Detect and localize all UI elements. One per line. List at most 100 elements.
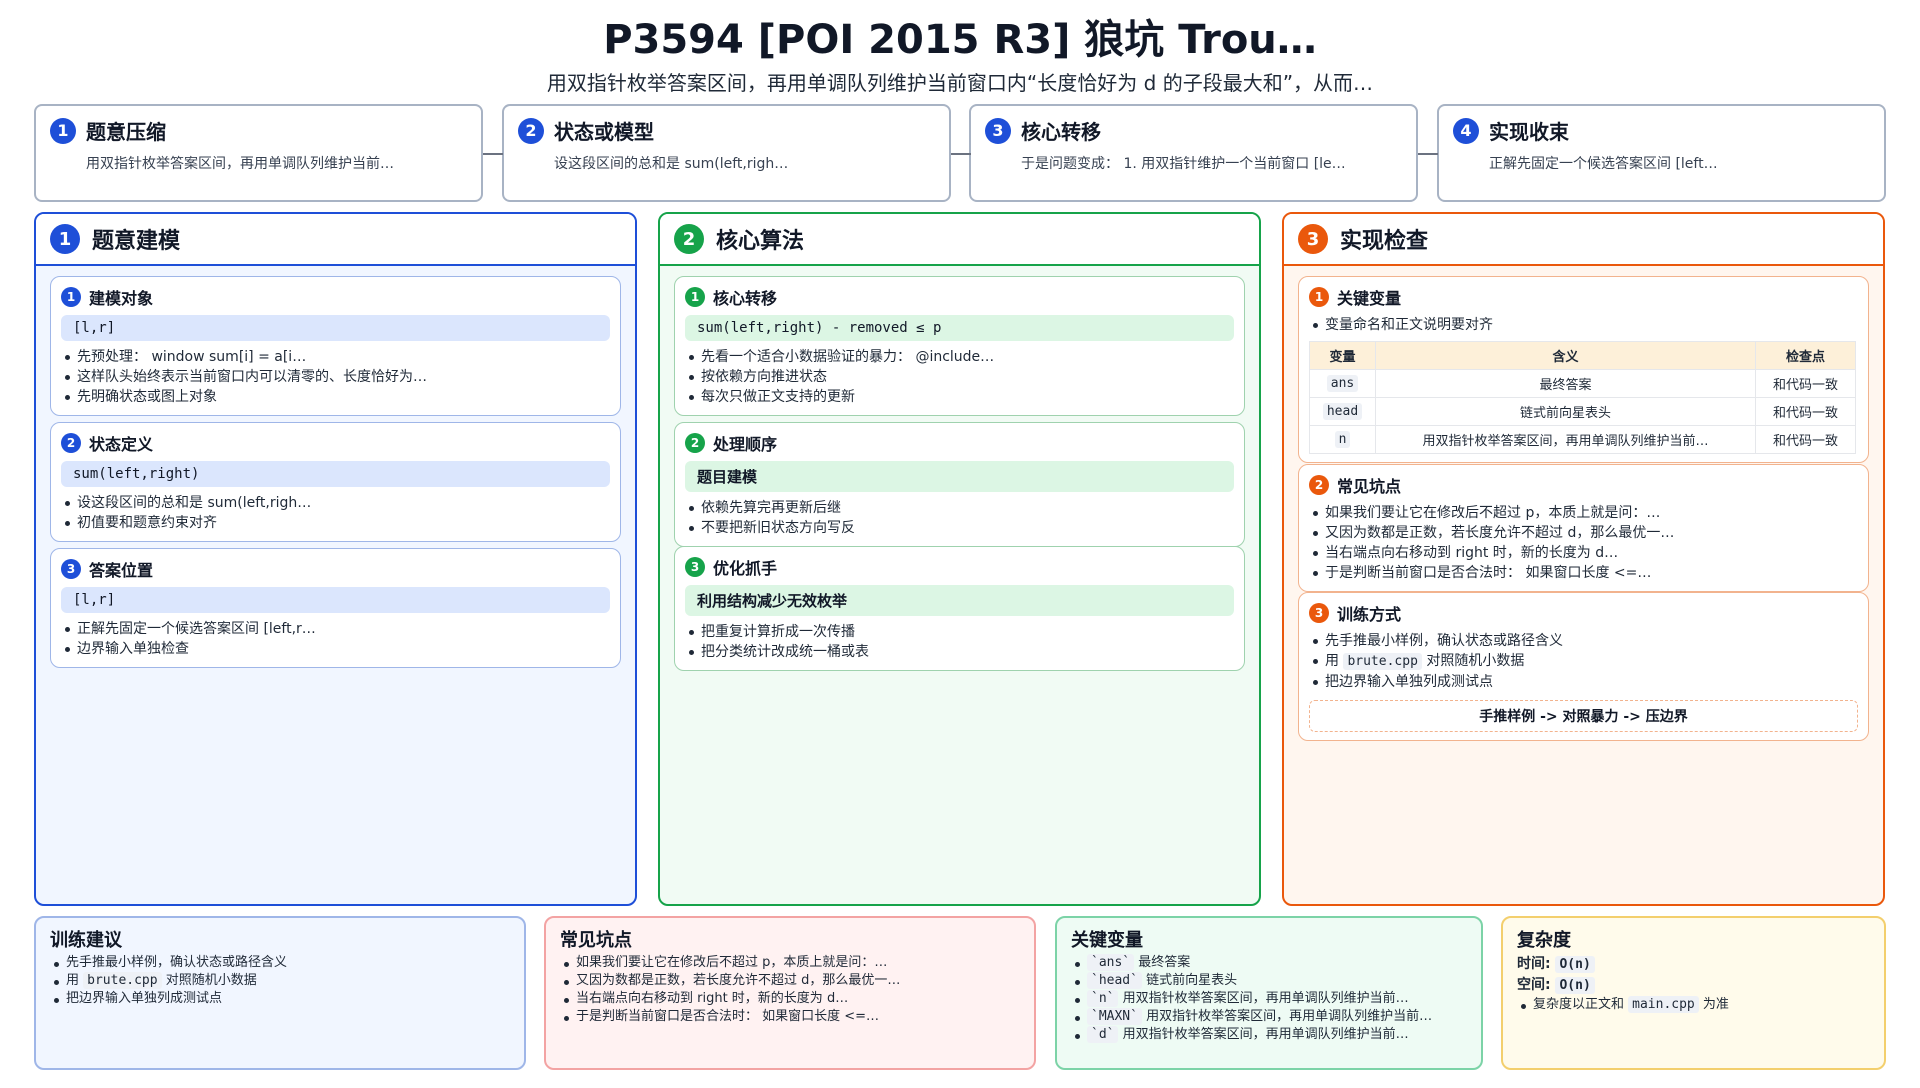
list-item: 如果我们要让它在修改后不超过 p，本质上就是问：… bbox=[560, 954, 1020, 972]
complexity-value: O(n) bbox=[1555, 956, 1595, 973]
list-item: 把分类统计改成统一桶或表 bbox=[685, 642, 1234, 662]
flow-step-title: 实现收束 bbox=[1489, 120, 1569, 144]
complexity-value: O(n) bbox=[1555, 977, 1595, 994]
variable-name: n bbox=[1334, 431, 1351, 448]
bullet-list: 先看一个适合小数据验证的暴力： @include… 按依赖方向推进状态 每次只做… bbox=[685, 347, 1234, 407]
list-item: 把边界输入单独列成测试点 bbox=[50, 990, 510, 1008]
bullet-list: 先手推最小样例，确认状态或路径含义 用 brute.cpp 对照随机小数据 把边… bbox=[50, 954, 510, 1008]
flow-step-title: 状态或模型 bbox=[554, 120, 654, 144]
list-item-text: 用双指针枚举答案区间，再用单调队列维护当前… bbox=[1141, 1009, 1433, 1024]
card-title: 常见坑点 bbox=[1337, 477, 1402, 496]
flow-step-3: 3 核心转移 于是问题变成： 1. 用双指针维护一个当前窗口 [le… bbox=[969, 104, 1418, 202]
list-item: 当右端点向右移动到 right 时，新的长度为 d… bbox=[560, 990, 1020, 1008]
list-item: 于是判断当前窗口是否合法时： 如果窗口长度 <=… bbox=[560, 1008, 1020, 1026]
code-tag: `head` bbox=[1087, 972, 1142, 989]
table-row: head 链式前向星表头 和代码一致 bbox=[1309, 397, 1856, 426]
card-number-badge: 1 bbox=[685, 287, 705, 307]
column-title: 题意建模 bbox=[92, 229, 181, 254]
list-item: 把重复计算折成一次传播 bbox=[685, 622, 1234, 642]
list-item: 复杂度以正文和 main.cpp 为准 bbox=[1517, 996, 1870, 1014]
list-item: `n` 用双指针枚举答案区间，再用单调队列维护当前… bbox=[1071, 990, 1467, 1008]
list-item: 用 brute.cpp 对照随机小数据 bbox=[50, 972, 510, 990]
section-title: 训练建议 bbox=[50, 930, 122, 951]
flow-row: 1 题意压缩 用双指针枚举答案区间，再用单调队列维护当前… 2 状态或模型 设这段区… bbox=[34, 104, 1886, 202]
list-item: 于是判断当前窗口是否合法时： 如果窗口长度 <=… bbox=[1309, 563, 1858, 583]
list-item: 不要把新旧状态方向写反 bbox=[685, 518, 1234, 538]
card-pitfalls: 2 常见坑点 如果我们要让它在修改后不超过 p，本质上就是问：… 又因为数都是正数… bbox=[1298, 464, 1869, 592]
column-number-badge: 3 bbox=[1298, 224, 1328, 254]
bullet-list: 变量命名和正文说明要对齐 bbox=[1309, 315, 1858, 335]
variable-check: 和代码一致 bbox=[1755, 425, 1856, 454]
variable-meaning: 用双指针枚举答案区间，再用单调队列维护当前… bbox=[1375, 425, 1756, 454]
list-item: 先手推最小样例，确认状态或路径含义 bbox=[1309, 631, 1858, 651]
list-item: 又因为数都是正数，若长度允许不超过 d，那么最优一… bbox=[560, 972, 1020, 990]
formula-box: sum(left,right) bbox=[61, 461, 610, 487]
code-tag: `MAXN` bbox=[1087, 1008, 1142, 1025]
training-flow-banner: 手推样例 -> 对照暴力 -> 压边界 bbox=[1309, 700, 1858, 732]
section-title: 常见坑点 bbox=[560, 930, 632, 951]
list-item: 先看一个适合小数据验证的暴力： @include… bbox=[685, 347, 1234, 367]
list-item: 初值要和题意约束对齐 bbox=[61, 513, 610, 533]
flow-step-4: 4 实现收束 正解先固定一个候选答案区间 [left… bbox=[1437, 104, 1886, 202]
flow-step-title: 题意压缩 bbox=[86, 120, 166, 144]
bullet-list: 依赖先算完再更新后继 不要把新旧状态方向写反 bbox=[685, 498, 1234, 538]
variable-check: 和代码一致 bbox=[1755, 397, 1856, 426]
table-header: 检查点 bbox=[1755, 341, 1856, 370]
table-row: n 用双指针枚举答案区间，再用单调队列维护当前… 和代码一致 bbox=[1309, 425, 1856, 454]
card-answer-position: 3 答案位置 [l,r] 正解先固定一个候选答案区间 [left,r… 边界输入单… bbox=[50, 548, 621, 668]
flow-step-2: 2 状态或模型 设这段区间的总和是 sum(left,righ… bbox=[502, 104, 951, 202]
bottom-complexity: 复杂度 时间: O(n) 空间: O(n) 复杂度以正文和 main.cpp 为… bbox=[1501, 916, 1886, 1070]
page-title: P3594 [POI 2015 R3] 狼坑 Trou… bbox=[603, 17, 1317, 63]
card-title: 关键变量 bbox=[1337, 289, 1402, 308]
flow-connector bbox=[483, 153, 503, 155]
card-title: 答案位置 bbox=[89, 561, 154, 580]
flow-step-1: 1 题意压缩 用双指针枚举答案区间，再用单调队列维护当前… bbox=[34, 104, 483, 202]
code-tag: `ans` bbox=[1087, 954, 1135, 971]
card-key-variables: 1 关键变量 变量命名和正文说明要对齐 变量 含义 检查点 ans 最终答案 和代… bbox=[1298, 276, 1869, 463]
bullet-list: `ans` 最终答案 `head` 链式前向星表头 `n` 用双指针枚举答案区间… bbox=[1071, 954, 1467, 1044]
bottom-pitfalls: 常见坑点 如果我们要让它在修改后不超过 p，本质上就是问：… 又因为数都是正数，… bbox=[544, 916, 1036, 1070]
column-header: 1 题意建模 bbox=[36, 214, 635, 266]
code-tag: brute.cpp bbox=[1343, 653, 1422, 670]
step-number-badge: 2 bbox=[518, 117, 544, 144]
flow-step-desc: 于是问题变成： 1. 用双指针维护一个当前窗口 [le… bbox=[1021, 156, 1346, 172]
complexity-label: 空间: bbox=[1517, 977, 1556, 993]
bullet-list: 先预处理： window sum[i] = a[i… 这样队头始终表示当前窗口内… bbox=[61, 347, 610, 407]
variable-name: head bbox=[1322, 403, 1363, 420]
time-complexity: 时间: O(n) bbox=[1517, 954, 1870, 975]
flow-step-desc: 用双指针枚举答案区间，再用单调队列维护当前… bbox=[86, 156, 394, 172]
card-number-badge: 2 bbox=[1309, 475, 1329, 495]
step-number-badge: 4 bbox=[1453, 117, 1479, 144]
list-item: 每次只做正文支持的更新 bbox=[685, 387, 1234, 407]
page-subtitle: 用双指针枚举答案区间，再用单调队列维护当前窗口内“长度恰好为 d 的子段最大和”… bbox=[546, 71, 1374, 95]
card-number-badge: 2 bbox=[61, 433, 81, 453]
list-item: 变量命名和正文说明要对齐 bbox=[1309, 315, 1858, 335]
bullet-list: 正解先固定一个候选答案区间 [left,r… 边界输入单独检查 bbox=[61, 619, 610, 659]
card-state-definition: 2 状态定义 sum(left,right) 设这段区间的总和是 sum(left… bbox=[50, 422, 621, 542]
bullet-list: 复杂度以正文和 main.cpp 为准 bbox=[1517, 996, 1870, 1014]
list-item: 正解先固定一个候选答案区间 [left,r… bbox=[61, 619, 610, 639]
list-item: `ans` 最终答案 bbox=[1071, 954, 1467, 972]
card-core-transition: 1 核心转移 sum(left,right) - removed ≤ p 先看一个… bbox=[674, 276, 1245, 416]
flow-connector bbox=[1418, 153, 1438, 155]
list-item-text: 用 bbox=[1325, 653, 1344, 669]
column-core-algorithm: 2 核心算法 1 核心转移 sum(left,right) - removed ≤… bbox=[658, 212, 1261, 906]
bottom-training-tips: 训练建议 先手推最小样例，确认状态或路径含义 用 brute.cpp 对照随机小… bbox=[34, 916, 526, 1070]
list-item: 边界输入单独检查 bbox=[61, 639, 610, 659]
list-item: 先预处理： window sum[i] = a[i… bbox=[61, 347, 610, 367]
list-item-text: 最终答案 bbox=[1134, 955, 1191, 970]
variable-meaning: 链式前向星表头 bbox=[1375, 397, 1756, 426]
formula-box: sum(left,right) - removed ≤ p bbox=[685, 315, 1234, 341]
bullet-list: 如果我们要让它在修改后不超过 p，本质上就是问：… 又因为数都是正数，若长度允许… bbox=[560, 954, 1020, 1026]
header: P3594 [POI 2015 R3] 狼坑 Trou… 用双指针枚举答案区间，… bbox=[0, 14, 1920, 96]
card-modeling-object: 1 建模对象 [l,r] 先预处理： window sum[i] = a[i… 这… bbox=[50, 276, 621, 416]
step-number-badge: 1 bbox=[50, 117, 76, 144]
bottom-key-variables: 关键变量 `ans` 最终答案 `head` 链式前向星表头 `n` 用双指针枚… bbox=[1055, 916, 1483, 1070]
list-item: 如果我们要让它在修改后不超过 p，本质上就是问：… bbox=[1309, 503, 1858, 523]
bullet-list: 设这段区间的总和是 sum(left,righ… 初值要和题意约束对齐 bbox=[61, 493, 610, 533]
step-number-badge: 3 bbox=[985, 117, 1011, 144]
variable-meaning: 最终答案 bbox=[1375, 369, 1756, 398]
code-tag: `n` bbox=[1087, 990, 1119, 1007]
list-item: `d` 用双指针枚举答案区间，再用单调队列维护当前… bbox=[1071, 1026, 1467, 1044]
card-title: 核心转移 bbox=[713, 289, 778, 308]
